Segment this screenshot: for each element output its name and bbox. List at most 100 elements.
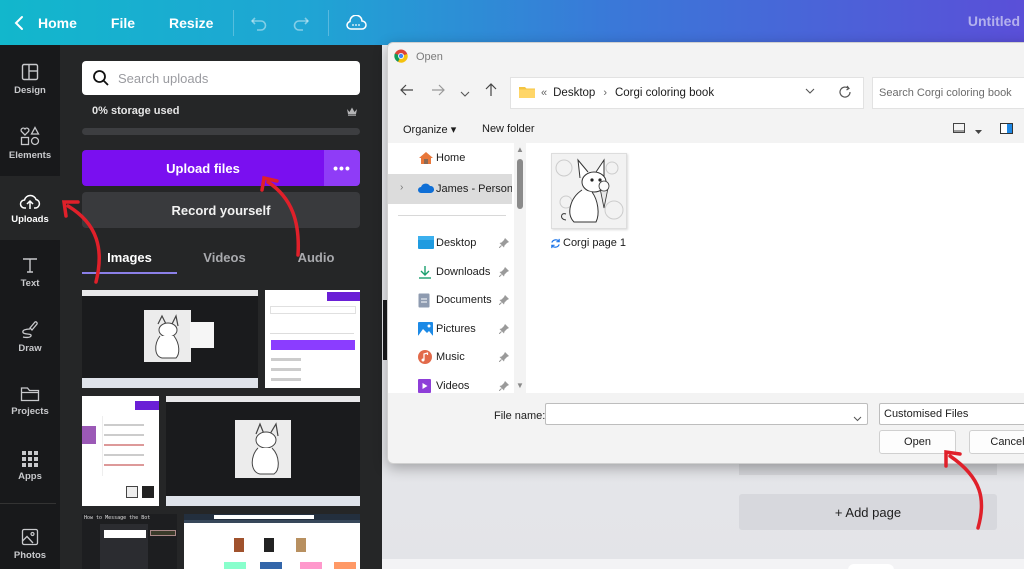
expand-chevron-icon[interactable]: › — [400, 182, 403, 193]
nav-label: Design — [14, 84, 46, 96]
scroll-down-arrow-icon[interactable]: ▼ — [516, 381, 524, 390]
nav-pane-home[interactable]: Home — [388, 145, 512, 172]
breadcrumb-chevron-icon: › — [603, 87, 607, 99]
desktop-icon — [418, 236, 434, 252]
shapes-icon — [20, 125, 40, 145]
divider — [328, 9, 330, 36]
folder-search-input[interactable] — [879, 87, 1024, 99]
nav-pane-music[interactable]: Music — [388, 344, 512, 371]
nav-pane-documents[interactable]: Documents — [388, 287, 512, 314]
home-menu[interactable]: Home — [38, 15, 77, 31]
dialog-nav-bar: « Desktop › Corgi coloring book — [388, 75, 1024, 109]
nav-pane-downloads[interactable]: Downloads — [388, 259, 512, 286]
address-dropdown-icon[interactable] — [805, 86, 815, 98]
nav-label: Photos — [13, 549, 47, 561]
canvas-footer-bar — [382, 559, 1024, 569]
recent-dropdown-icon[interactable] — [460, 85, 470, 103]
folder-search-field[interactable] — [872, 77, 1024, 109]
scroll-up-arrow-icon[interactable]: ▲ — [516, 145, 524, 154]
nav-item-projects[interactable]: Projects — [0, 369, 60, 433]
uploads-panel: 0% storage used Upload files ••• Record … — [60, 45, 382, 569]
tab-audio[interactable]: Audio — [272, 241, 360, 273]
address-bar[interactable]: « Desktop › Corgi coloring book — [510, 77, 864, 109]
pin-icon[interactable] — [498, 324, 509, 337]
organize-menu[interactable]: Organize ▾ — [403, 123, 456, 136]
redo-icon[interactable] — [292, 15, 310, 31]
text-icon — [23, 257, 37, 273]
tab-videos[interactable]: Videos — [177, 241, 272, 273]
upload-thumbnail[interactable] — [265, 290, 360, 388]
download-icon — [418, 265, 432, 282]
nav-pane-label: Home — [436, 152, 466, 164]
upload-thumbnail[interactable] — [166, 396, 360, 506]
divider — [233, 9, 235, 36]
upload-thumbnail[interactable] — [82, 396, 159, 506]
breadcrumb-overflow[interactable]: « — [541, 87, 547, 99]
record-yourself-button[interactable]: Record yourself — [82, 192, 360, 228]
file-menu[interactable]: File — [111, 15, 135, 31]
resize-menu[interactable]: Resize — [169, 15, 213, 31]
nav-label: Projects — [11, 405, 49, 417]
new-folder-button[interactable]: New folder — [482, 123, 535, 135]
file-type-filter-select[interactable]: Customised Files — [879, 403, 1024, 425]
folder-icon — [20, 386, 40, 401]
nav-item-draw[interactable]: Draw — [0, 305, 60, 369]
folder-icon — [519, 86, 535, 101]
active-tab-indicator — [82, 272, 177, 274]
upload-more-options-button[interactable]: ••• — [324, 150, 360, 186]
pin-icon[interactable] — [498, 267, 509, 280]
pin-icon[interactable] — [498, 352, 509, 365]
document-title[interactable]: Untitled — [968, 13, 1020, 29]
pin-icon[interactable] — [498, 238, 509, 251]
upload-thumbnail[interactable] — [82, 290, 258, 388]
crown-icon[interactable] — [346, 103, 358, 121]
nav-item-text[interactable]: Text — [0, 240, 60, 304]
add-page-button[interactable]: + Add page — [739, 494, 997, 530]
nav-item-design[interactable]: Design — [0, 47, 60, 111]
nav-pane-label: James - Personal — [436, 183, 512, 195]
nav-pane-scrollbar[interactable]: ▲ ▼ — [514, 143, 526, 393]
dialog-body: Home › James - Personal Desktop Download… — [388, 143, 1024, 393]
navigation-pane: Home › James - Personal Desktop Download… — [388, 143, 526, 393]
undo-icon[interactable] — [250, 15, 268, 31]
back-arrow-icon[interactable] — [400, 83, 414, 102]
file-name-dropdown-icon[interactable] — [853, 409, 862, 427]
view-mode-icon[interactable] — [953, 123, 965, 137]
nav-pane-onedrive[interactable]: › James - Personal — [388, 174, 512, 204]
nav-item-uploads[interactable]: Uploads — [0, 176, 60, 240]
breadcrumb-corgi-coloring-book[interactable]: Corgi coloring book — [615, 87, 714, 99]
file-name-field-label: File name: — [494, 410, 546, 422]
nav-item-apps[interactable]: Apps — [0, 434, 60, 498]
zoom-control[interactable] — [848, 564, 894, 569]
up-arrow-icon[interactable] — [484, 83, 498, 102]
layout-icon — [21, 63, 39, 80]
file-item-corgi-page-1[interactable]: Corgi page 1 — [548, 153, 628, 253]
search-uploads-input[interactable] — [118, 70, 338, 86]
file-name: Corgi page 1 — [563, 237, 626, 249]
upload-files-button[interactable]: Upload files — [82, 150, 324, 186]
nav-label: Apps — [18, 470, 42, 482]
nav-item-elements[interactable]: Elements — [0, 111, 60, 175]
breadcrumb-desktop[interactable]: Desktop — [553, 87, 595, 99]
upload-thumbnail[interactable]: How to Message the Bot — [82, 514, 177, 569]
refresh-icon[interactable] — [838, 85, 852, 102]
back-chevron-icon[interactable] — [14, 15, 32, 31]
cancel-button[interactable]: Cancel — [969, 430, 1024, 454]
preview-pane-icon[interactable] — [1000, 123, 1013, 137]
nav-item-photos[interactable]: Photos — [0, 512, 60, 569]
file-name-input[interactable] — [546, 404, 846, 424]
photo-icon — [21, 528, 39, 545]
cloud-sync-icon[interactable] — [345, 14, 368, 31]
pin-icon[interactable] — [498, 295, 509, 308]
forward-arrow-icon[interactable] — [431, 83, 445, 102]
nav-pane-desktop[interactable]: Desktop — [388, 230, 512, 257]
draw-icon — [22, 320, 38, 338]
nav-pane-pictures[interactable]: Pictures — [388, 316, 512, 343]
upload-thumbnail[interactable] — [184, 514, 360, 569]
view-dropdown-icon[interactable] — [975, 126, 982, 138]
file-name-field[interactable] — [545, 403, 868, 425]
open-button[interactable]: Open — [879, 430, 956, 454]
scrollbar-thumb[interactable] — [517, 159, 523, 209]
search-uploads-field[interactable] — [82, 61, 360, 95]
tab-images[interactable]: Images — [82, 241, 177, 273]
